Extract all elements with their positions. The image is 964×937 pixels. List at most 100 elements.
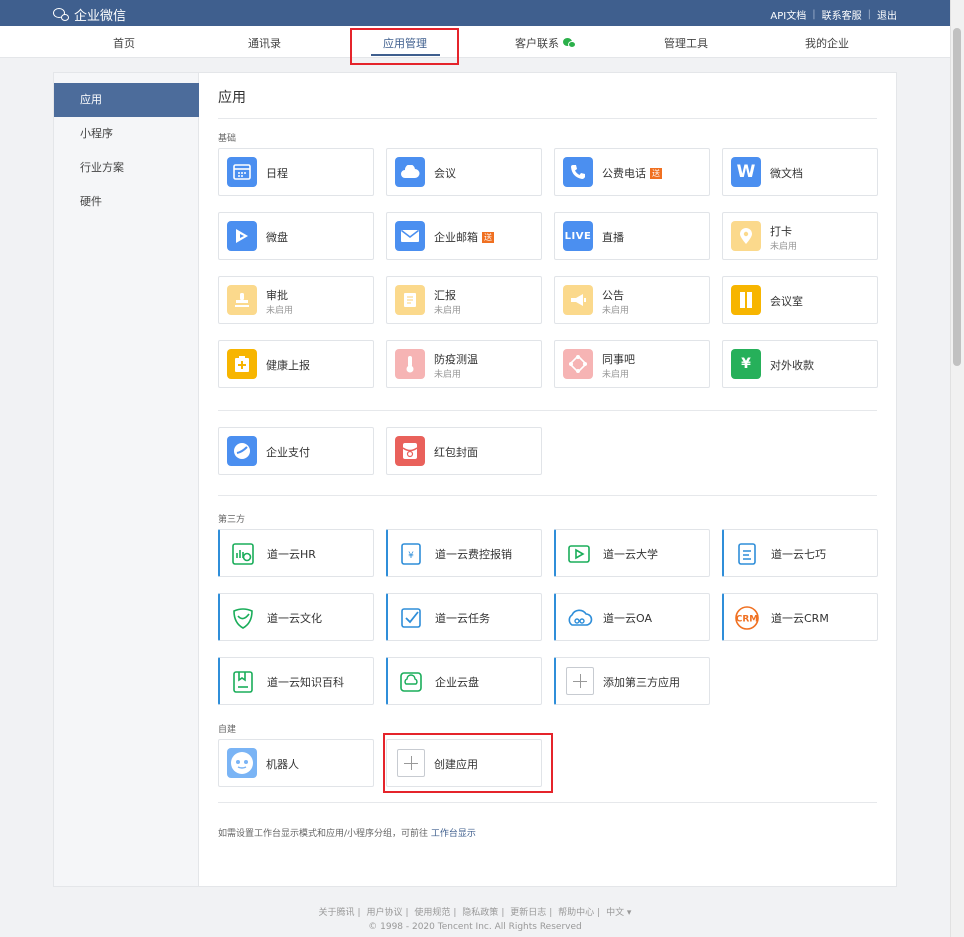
sidebar-item-industry-solutions[interactable]: 行业方案 [54,151,199,185]
app-name-label: 添加第三方应用 [603,676,680,689]
app-card-qiqiao[interactable]: 道一云七巧 [722,529,878,577]
nav-home[interactable]: 首页 [113,35,135,51]
plus-icon [566,667,594,695]
footer-link-help[interactable]: 帮助中心 [558,908,594,918]
app-name-label: 对外收款 [770,359,814,372]
status-disabled: 未启用 [434,306,462,316]
footer-link-usage-rules[interactable]: 使用规范 [414,908,450,918]
app-card-crm[interactable]: CRM 道一云CRM [722,593,878,641]
footer-link-about[interactable]: 关于腾讯 [319,908,355,918]
app-card-report[interactable]: 汇报 未启用 [386,276,542,324]
app-card-live[interactable]: LIVE 直播 [554,212,710,260]
app-name: 同事吧 [602,351,635,367]
app-name: 企业邮箱送 [434,229,494,245]
app-name-label: 道一云大学 [603,548,658,561]
app-name: 微盘 [266,229,288,245]
workbench-display-link[interactable]: 工作台显示 [431,829,476,839]
app-card-disk[interactable]: 微盘 [218,212,374,260]
app-card-red-packet[interactable]: 红包封面 [386,427,542,475]
status-disabled: 未启用 [434,370,462,380]
app-card-mail[interactable]: 企业邮箱送 [386,212,542,260]
logout-link[interactable]: 退出 [877,7,897,22]
app-card-robot[interactable]: 机器人 [218,739,374,787]
app-name: 道一云文化 [267,610,322,626]
footer-links: 关于腾讯 | 用户协议 | 使用规范 | 隐私政策 | 更新日志 | 帮助中心 | 中文 ▾ [318,908,632,918]
logo[interactable]: 企业微信 [53,5,126,24]
main-nav: 首页 通讯录 应用管理 客户联系 管理工具 我的企业 [0,26,950,58]
app-name-label: 道一云知识百科 [267,676,344,689]
divider [218,410,877,411]
app-card-calendar[interactable]: 日程 [218,148,374,196]
workbench-note-text: 如需设置工作台显示模式和应用/小程序分组，可前往 [218,829,429,839]
app-card-door[interactable]: 会议室 [722,276,878,324]
app-card-expense[interactable]: ¥ 道一云费控报销 [386,529,542,577]
cloud-meeting-icon [395,157,425,187]
app-card-culture[interactable]: 道一云文化 [218,593,374,641]
section-custom-label: 自建 [218,725,237,735]
app-card-w-doc[interactable]: W 微文档 [722,148,878,196]
app-name-label: 汇报 [434,289,456,302]
scrollbar-thumb[interactable] [953,28,961,366]
app-card-thermometer[interactable]: 防疫测温 未启用 [386,340,542,388]
api-docs-link[interactable]: API文档 [770,7,806,22]
nav-my-enterprise[interactable]: 我的企业 [805,35,849,51]
app-card-oa[interactable]: 道一云OA [554,593,710,641]
app-card-health-report[interactable]: 健康上报 [218,340,374,388]
app-card-cloud-meeting[interactable]: 会议 [386,148,542,196]
app-card-plus[interactable]: 添加第三方应用 [554,657,710,705]
app-name-label: 道一云HR [267,548,316,561]
app-name: 机器人 [266,756,299,772]
nav-management-tools[interactable]: 管理工具 [664,35,708,51]
app-card-colleague[interactable]: 同事吧 未启用 [554,340,710,388]
app-card-phone[interactable]: 公费电话送 [554,148,710,196]
app-card-enterprise-pay[interactable]: 企业支付 [218,427,374,475]
app-name-label: 道一云文化 [267,612,322,625]
app-card-task[interactable]: 道一云任务 [386,593,542,641]
app-name: 企业支付 [266,444,310,460]
footer-link-privacy[interactable]: 隐私政策 [462,908,498,918]
status-disabled: 未启用 [266,306,294,316]
top-bar: 企业微信 API文档 | 联系客服 | 退出 [0,0,950,26]
sidebar-item-hardware[interactable]: 硬件 [54,185,199,219]
app-card-hr[interactable]: 道一云HR [218,529,374,577]
sidebar-item-mini-programs[interactable]: 小程序 [54,117,199,151]
section-third-party-label: 第三方 [218,515,246,525]
app-name: 道一云OA [603,610,652,626]
app-name: 道一云费控报销 [435,546,512,562]
oa-icon [564,603,594,633]
nav-contacts[interactable]: 通讯录 [248,35,281,51]
calendar-icon [227,157,257,187]
wework-logo-icon [53,7,70,22]
task-icon [396,603,426,633]
app-card-megaphone[interactable]: 公告 未启用 [554,276,710,324]
highlight-box-nav [350,28,459,65]
app-card-location-pin[interactable]: 打卡 未启用 [722,212,878,260]
app-name: 审批 [266,287,288,303]
footer-link-changelog[interactable]: 更新日志 [510,908,546,918]
nav-customer-contact[interactable]: 客户联系 [515,35,577,51]
app-name: 道一云大学 [603,546,658,562]
app-card-wiki[interactable]: 道一云知识百科 [218,657,374,705]
language-selector[interactable]: 中文 ▾ [606,908,631,918]
separator: | [812,9,816,20]
app-card-stamp[interactable]: 审批 未启用 [218,276,374,324]
app-card-payment[interactable]: ¥ 对外收款 [722,340,878,388]
payment-icon: ¥ [731,349,761,379]
section-basic-label: 基础 [218,134,237,144]
sidebar-item-apps[interactable]: 应用 [54,83,199,117]
separator: | [867,9,871,20]
app-name-label: 微文档 [770,167,803,180]
app-card-cloud-disk[interactable]: 企业云盘 [386,657,542,705]
app-name: 企业云盘 [435,674,479,690]
app-name-label: 健康上报 [266,359,310,372]
app-card-university[interactable]: 道一云大学 [554,529,710,577]
app-name: 会议 [434,165,456,181]
contact-support-link[interactable]: 联系客服 [822,7,862,22]
status-disabled: 未启用 [602,306,630,316]
app-name: 健康上报 [266,357,310,373]
cloud-disk-icon [396,667,426,697]
gift-badge: 送 [482,232,494,243]
footer-link-user-agreement[interactable]: 用户协议 [366,908,402,918]
app-name: 道一云HR [267,546,316,562]
app-name-label: 防疫测温 [434,353,478,366]
